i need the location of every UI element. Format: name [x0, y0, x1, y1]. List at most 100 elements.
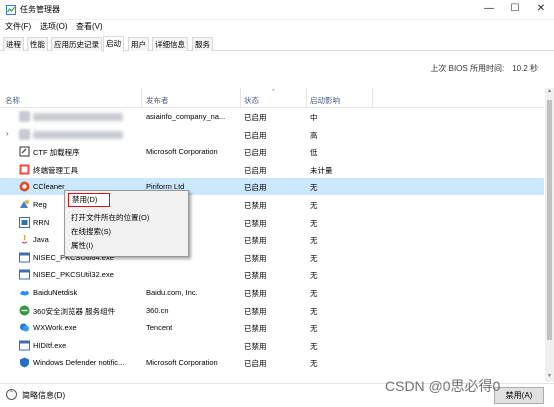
startup-status: 已启用: [244, 359, 267, 369]
startup-status: 已启用: [244, 113, 267, 122]
startup-publisher: Microsoft Corporation: [146, 358, 218, 368]
bios-time: 上次 BIOS 所用时间: 10.2 秒: [430, 63, 538, 74]
menu-file[interactable]: 文件(F): [5, 21, 31, 32]
context-search-online[interactable]: 在线搜索(S): [71, 226, 111, 237]
startup-row[interactable]: › 已启用 高: [0, 126, 544, 143]
startup-row[interactable]: HIDItf.exe 已禁用 无: [0, 337, 544, 354]
startup-publisher: 360.cn: [146, 305, 169, 315]
scroll-up-icon[interactable]: ▲: [545, 88, 554, 97]
startup-status: 已禁用: [244, 306, 267, 316]
startup-publisher: Microsoft Corporation: [146, 147, 218, 157]
startup-impact: 未计量: [310, 165, 333, 175]
title-bar: 任务管理器 — ☐ ✕: [0, 0, 554, 20]
startup-publisher: asiainfo_company_na...: [146, 112, 226, 121]
sort-arrow-icon: ^: [272, 89, 275, 95]
context-open-location[interactable]: 打开文件所在的位置(O): [71, 212, 149, 223]
expand-chevron-icon[interactable]: ›: [6, 129, 9, 138]
tab-details[interactable]: 详细信息: [152, 37, 188, 51]
app-window-icon: [19, 269, 30, 280]
redacted-text: [33, 130, 123, 139]
wxwork-icon: [20, 323, 29, 332]
column-divider[interactable]: [240, 88, 241, 108]
tab-processes[interactable]: 进程: [3, 37, 24, 51]
startup-row[interactable]: 360安全浏览器 服务组件 360.cn 已禁用 无: [0, 302, 544, 319]
column-divider[interactable]: [141, 88, 142, 108]
tab-users[interactable]: 用户: [128, 37, 149, 51]
tab-startup[interactable]: 启动: [103, 36, 124, 52]
startup-row[interactable]: asiainfo_company_na... 已启用 中: [0, 108, 544, 125]
watermark: CSDN @0思必得0: [385, 378, 501, 394]
column-header: 名称 发布者 状态 ^ 启动影响: [0, 88, 544, 108]
startup-status: 已禁用: [244, 201, 267, 210]
scroll-down-icon[interactable]: ▼: [545, 373, 554, 382]
startup-name: 终端管理工具: [33, 165, 78, 175]
column-publisher[interactable]: 发布者: [146, 95, 169, 106]
ccleaner-icon: [19, 181, 30, 192]
brief-info-link[interactable]: 简略信息(D): [22, 390, 65, 401]
startup-publisher: Tencent: [146, 323, 173, 333]
tab-app-history[interactable]: 应用历史记录: [51, 37, 102, 51]
startup-row[interactable]: 终端管理工具 已启用 未计量: [0, 161, 544, 178]
startup-impact: 无: [310, 324, 318, 334]
tab-bar: 进程 性能 应用历史记录 启动 用户 详细信息 服务: [0, 35, 554, 52]
tab-performance[interactable]: 性能: [27, 37, 48, 51]
bios-time-value: 10.2 秒: [512, 64, 538, 73]
defender-icon: [20, 357, 29, 368]
startup-row[interactable]: BaiduNetdisk Baidu.com, Inc. 已禁用 无: [0, 284, 544, 301]
startup-status: 已启用: [244, 165, 267, 175]
startup-impact: 无: [310, 218, 318, 228]
minimize-button[interactable]: —: [476, 0, 502, 20]
column-status[interactable]: 状态: [244, 95, 259, 106]
startup-impact: 无: [310, 271, 318, 281]
menu-bar: 文件(F) 选项(O) 查看(V): [0, 20, 554, 34]
startup-impact: 无: [310, 253, 318, 263]
startup-status: 已禁用: [244, 218, 267, 228]
column-divider[interactable]: [372, 88, 373, 108]
startup-impact: 低: [310, 148, 318, 158]
column-name[interactable]: 名称: [5, 95, 20, 106]
startup-impact: 无: [310, 341, 318, 351]
startup-name: NISEC_PKCSUtil32.exe: [33, 270, 114, 280]
collapse-chevron-icon[interactable]: ⌃: [6, 389, 17, 400]
startup-status: 已禁用: [244, 324, 267, 334]
startup-impact: 无: [310, 201, 318, 210]
startup-status: 已启用: [244, 130, 267, 140]
blurred-icon: [19, 111, 30, 122]
menu-options[interactable]: 选项(O): [40, 21, 68, 32]
startup-name: WXWork.exe: [33, 323, 77, 333]
startup-row[interactable]: CTF 加载程序 Microsoft Corporation 已启用 低: [0, 143, 544, 160]
column-divider[interactable]: [306, 88, 307, 108]
startup-name: HIDItf.exe: [33, 340, 67, 350]
task-manager-icon: [6, 5, 16, 15]
startup-impact: 无: [310, 289, 318, 298]
startup-name: BaiduNetdisk: [33, 288, 78, 297]
tab-services[interactable]: 服务: [192, 37, 213, 51]
close-button[interactable]: ✕: [528, 0, 554, 20]
disable-button[interactable]: 禁用(A): [494, 387, 544, 404]
app-window-icon: [19, 252, 30, 263]
context-properties[interactable]: 属性(I): [71, 240, 93, 251]
startup-name: Windows Defender notific...: [33, 358, 125, 368]
startup-status: 已禁用: [244, 271, 267, 281]
maximize-button[interactable]: ☐: [502, 0, 528, 20]
rrn-icon: [19, 216, 30, 228]
scroll-thumb[interactable]: [547, 100, 552, 340]
startup-status: 已启用: [244, 183, 267, 193]
java-icon: [21, 234, 28, 244]
context-disable[interactable]: 禁用(D): [68, 193, 110, 207]
startup-name: 360安全浏览器 服务组件: [33, 306, 116, 316]
startup-name: CTF 加载程序: [33, 148, 80, 158]
startup-status: 已禁用: [244, 253, 267, 263]
startup-impact: 无: [310, 306, 318, 316]
startup-impact: 无: [310, 359, 318, 369]
context-menu: 禁用(D) 打开文件所在的位置(O) 在线搜索(S) 属性(I): [64, 190, 189, 257]
column-impact[interactable]: 启动影响: [310, 95, 340, 106]
360-browser-icon: [19, 305, 30, 316]
startup-impact: 高: [310, 130, 318, 140]
startup-row[interactable]: Windows Defender notific... Microsoft Cor…: [0, 354, 544, 371]
menu-view[interactable]: 查看(V): [76, 21, 103, 32]
startup-impact: 无: [310, 183, 318, 193]
startup-status: 已禁用: [244, 341, 267, 351]
startup-row[interactable]: NISEC_PKCSUtil32.exe 已禁用 无: [0, 266, 544, 283]
startup-row[interactable]: WXWork.exe Tencent 已禁用 无: [0, 319, 544, 336]
